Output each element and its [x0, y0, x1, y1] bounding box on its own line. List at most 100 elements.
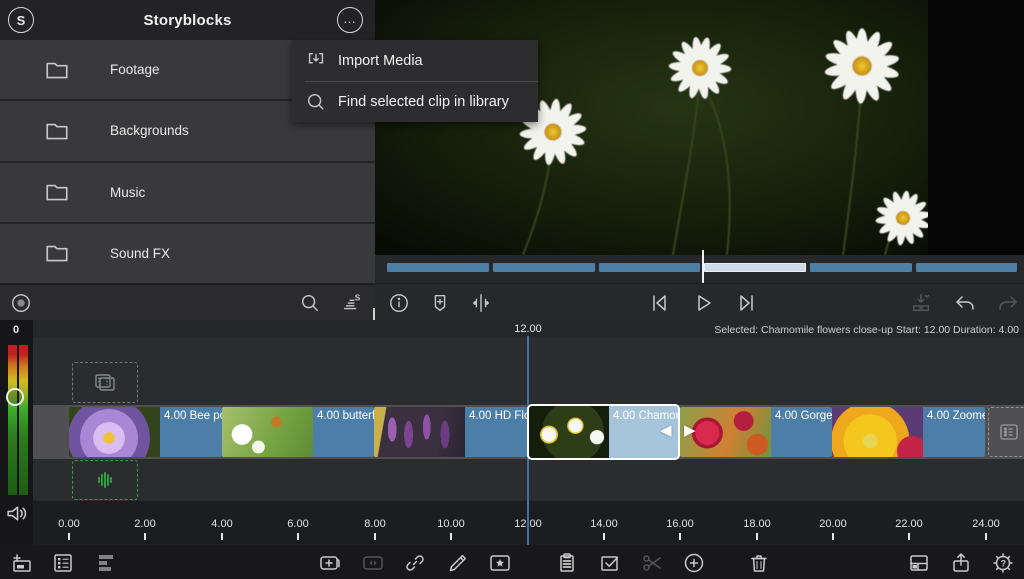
panel-title: Storyblocks [0, 12, 375, 29]
record-icon[interactable] [10, 292, 32, 314]
insert-media-icon [910, 292, 932, 314]
timeline-zoom-icon [95, 551, 119, 575]
play-icon [691, 291, 715, 315]
effects-star-button[interactable] [487, 550, 513, 576]
clip-details-icon [51, 551, 75, 575]
trim-handle-right-icon[interactable]: ▶ [684, 421, 696, 439]
clipboard-icon [555, 551, 579, 575]
meter-bar-left [8, 345, 17, 495]
export-share-button[interactable] [948, 550, 974, 576]
select-check-button[interactable] [597, 550, 623, 576]
ruler-label: 2.00 [134, 518, 155, 530]
menu-item-import-media[interactable]: Import Media [292, 40, 538, 81]
menu-item-find-selected-clip[interactable]: Find selected clip in library [292, 81, 538, 122]
timeline-clip-butterflies[interactable]: 4.00 butterfli [222, 407, 374, 457]
transition-button[interactable] [360, 550, 386, 576]
ruler-tick [679, 533, 681, 540]
svg-text:S: S [355, 293, 361, 302]
ruler-tick [297, 533, 299, 540]
effects-star-icon [488, 551, 512, 575]
scrubber-segment[interactable] [916, 263, 1017, 272]
trim-tool-button[interactable] [468, 290, 494, 316]
timeline-clip-gorgeous[interactable]: 4.00 Gorgeou [680, 407, 832, 457]
info-button[interactable] [386, 290, 412, 316]
trim-icon [470, 292, 492, 314]
info-icon [388, 292, 410, 314]
ruler-tick [985, 533, 987, 540]
audio-track-placeholder[interactable] [72, 460, 138, 500]
preview-playhead[interactable] [702, 250, 704, 283]
transport-bar [375, 283, 1024, 320]
transition-icon [361, 551, 385, 575]
trim-handle-left-icon[interactable]: ◀ [660, 421, 672, 439]
clip-label: 4.00 butterfli [313, 407, 374, 457]
search-icon [305, 91, 327, 113]
video-preview[interactable] [375, 0, 1024, 255]
ruler-label: 14.00 [590, 518, 618, 530]
bottom-toolbar: ? [0, 545, 1024, 579]
redo-icon [996, 291, 1020, 315]
ruler-tick [832, 533, 834, 540]
ruler-label: 8.00 [364, 518, 385, 530]
play-button[interactable] [690, 290, 716, 316]
svg-text:?: ? [1001, 559, 1007, 569]
scrubber-segment[interactable] [387, 263, 489, 272]
timeline-clip-chamomile-selected[interactable]: 4.00 Chamom [527, 404, 680, 460]
add-media-to-timeline-button[interactable] [9, 550, 35, 576]
menu-item-label: Find selected clip in library [338, 94, 509, 110]
undo-icon [953, 291, 977, 315]
scissors-button[interactable] [639, 550, 665, 576]
ruler-label: 6.00 [287, 518, 308, 530]
timeline-zoom-button[interactable] [94, 550, 120, 576]
scrubber-segment-highlighted[interactable] [704, 263, 806, 272]
clipboard-button[interactable] [554, 550, 580, 576]
scrubber-segment[interactable] [599, 263, 700, 272]
search-icon[interactable] [299, 292, 321, 314]
layout-panels-button[interactable] [906, 550, 932, 576]
storyblocks-sort-icon[interactable]: S [341, 292, 363, 314]
link-clips-button[interactable] [402, 550, 428, 576]
skip-forward-button[interactable] [734, 290, 760, 316]
ellipsis-glyph: … [343, 11, 357, 26]
trash-button[interactable] [746, 550, 772, 576]
skip-back-button[interactable] [646, 290, 672, 316]
timeline-clip-zoomed[interactable]: 4.00 Zoomed [832, 407, 985, 457]
folder-icon [44, 118, 70, 144]
undo-button[interactable] [952, 290, 978, 316]
scrubber-segment[interactable] [493, 263, 595, 272]
ruler-label: 10.00 [437, 518, 465, 530]
folder-icon [44, 240, 70, 266]
folder-label: Music [110, 185, 145, 200]
ruler-label: 4.00 [211, 518, 232, 530]
add-circle-icon [682, 551, 706, 575]
clip-details-button[interactable] [50, 550, 76, 576]
timeline-clip-bee-pollinating[interactable]: 4.00 Bee poll [69, 407, 222, 457]
clip-label: 4.00 HD Flow [465, 407, 527, 457]
folder-icon [44, 57, 70, 83]
edit-pencil-button[interactable] [445, 550, 471, 576]
link-clips-icon [403, 551, 427, 575]
video-track-placeholder[interactable] [72, 362, 138, 403]
ellipsis-menu-icon[interactable]: … [337, 7, 363, 33]
add-circle-button[interactable] [681, 550, 707, 576]
scrubber-segment[interactable] [810, 263, 912, 272]
append-clip-placeholder[interactable] [988, 407, 1024, 457]
insert-media-button[interactable] [908, 290, 934, 316]
timeline-clip-hd-flowers[interactable]: 4.00 HD Flow [374, 407, 527, 457]
audio-waveform-icon [92, 470, 118, 490]
menu-item-label: Import Media [338, 53, 423, 69]
ruler-label: 0.00 [58, 518, 79, 530]
preview-scrubber[interactable] [375, 255, 1024, 283]
export-share-icon [949, 551, 973, 575]
add-marker-button[interactable] [427, 290, 453, 316]
help-settings-button[interactable]: ? [990, 550, 1016, 576]
folder-row-music[interactable]: Music [0, 163, 375, 224]
volume-knob[interactable] [6, 388, 24, 406]
ruler-tick [144, 533, 146, 540]
redo-button[interactable] [995, 290, 1021, 316]
clip-thumbnail [69, 407, 160, 457]
folder-row-soundfx[interactable]: Sound FX [0, 224, 375, 283]
audio-level-meter [8, 345, 29, 495]
ruler-label: 24.00 [972, 518, 1000, 530]
add-clip-button[interactable] [317, 550, 343, 576]
